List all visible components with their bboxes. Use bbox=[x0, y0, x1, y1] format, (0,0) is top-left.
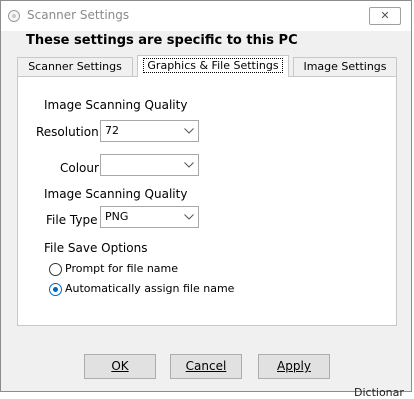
cancel-button[interactable]: Cancel bbox=[170, 354, 242, 379]
tab-strip: Scanner Settings Graphics & File Setting… bbox=[17, 55, 397, 77]
radio-prompt-label[interactable]: Prompt for file name bbox=[65, 262, 178, 275]
section-heading-file-save: File Save Options bbox=[44, 241, 148, 255]
file-type-label: File Type bbox=[46, 213, 98, 227]
tab-scanner-settings[interactable]: Scanner Settings bbox=[17, 57, 133, 76]
apply-button[interactable]: Apply bbox=[258, 354, 330, 379]
tab-label: Image Settings bbox=[303, 60, 387, 73]
close-icon: ✕ bbox=[380, 9, 390, 22]
section-heading-quality-2: Image Scanning Quality bbox=[44, 187, 188, 201]
ok-button[interactable]: OK bbox=[84, 354, 156, 379]
graphics-file-settings-panel: Image Scanning Quality Resolution 72 Col… bbox=[17, 76, 397, 326]
colour-label: Colour bbox=[60, 161, 99, 175]
resolution-dropdown[interactable]: 72 bbox=[100, 120, 199, 142]
tab-graphics-file-settings[interactable]: Graphics & File Settings bbox=[137, 55, 289, 77]
chevron-down-icon bbox=[179, 207, 198, 227]
ok-button-label: OK bbox=[111, 359, 129, 373]
chevron-down-icon bbox=[179, 155, 198, 175]
radio-auto-file-name[interactable] bbox=[49, 283, 62, 296]
title-bar: Scanner Settings ✕ bbox=[1, 1, 411, 31]
close-button[interactable]: ✕ bbox=[369, 7, 401, 25]
window-title: Scanner Settings bbox=[27, 8, 130, 22]
tab-image-settings[interactable]: Image Settings bbox=[293, 57, 397, 76]
dialog-heading: These settings are specific to this PC bbox=[26, 33, 298, 48]
tab-label: Graphics & File Settings bbox=[143, 58, 283, 73]
colour-dropdown[interactable] bbox=[100, 154, 199, 176]
background-partial-text: Dictionar bbox=[354, 386, 404, 399]
file-type-dropdown[interactable]: PNG bbox=[100, 206, 199, 228]
apply-button-label: Apply bbox=[277, 359, 311, 373]
tab-label: Scanner Settings bbox=[28, 60, 122, 73]
scanner-settings-dialog: Scanner Settings ✕ These settings are sp… bbox=[0, 0, 412, 392]
resolution-label: Resolution bbox=[36, 125, 99, 139]
app-icon bbox=[8, 10, 20, 22]
radio-prompt-file-name[interactable] bbox=[49, 263, 62, 276]
file-type-value: PNG bbox=[105, 210, 129, 223]
radio-auto-label[interactable]: Automatically assign file name bbox=[65, 282, 234, 295]
resolution-value: 72 bbox=[105, 124, 119, 137]
cancel-button-label: Cancel bbox=[185, 359, 227, 373]
chevron-down-icon bbox=[179, 121, 198, 141]
section-heading-quality: Image Scanning Quality bbox=[44, 98, 188, 112]
